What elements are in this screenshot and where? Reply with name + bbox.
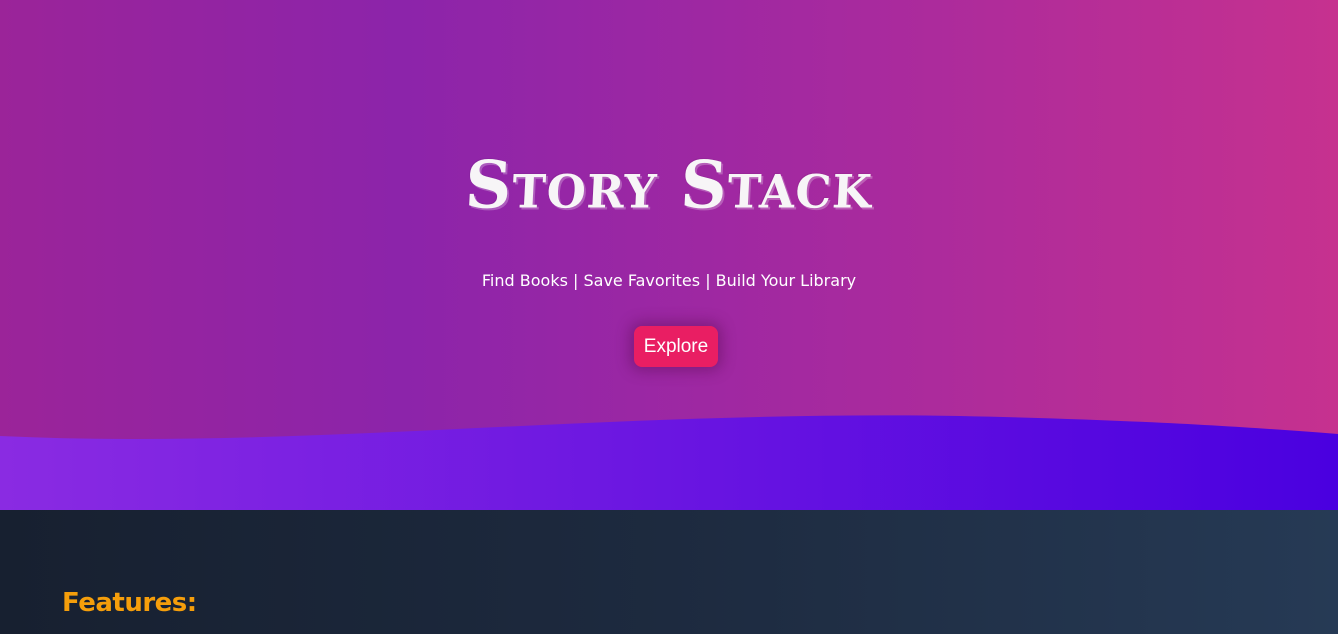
explore-button[interactable]: Explore: [634, 326, 718, 367]
hero-wave: [0, 415, 1338, 510]
site-tagline: Find Books | Save Favorites | Build Your…: [481, 271, 857, 290]
features-heading: Features:: [62, 588, 197, 618]
features-section: Features:: [0, 510, 1338, 634]
site-title: Story Stack: [463, 147, 875, 224]
hero-section: Story Stack Find Books | Save Favorites …: [0, 0, 1338, 510]
